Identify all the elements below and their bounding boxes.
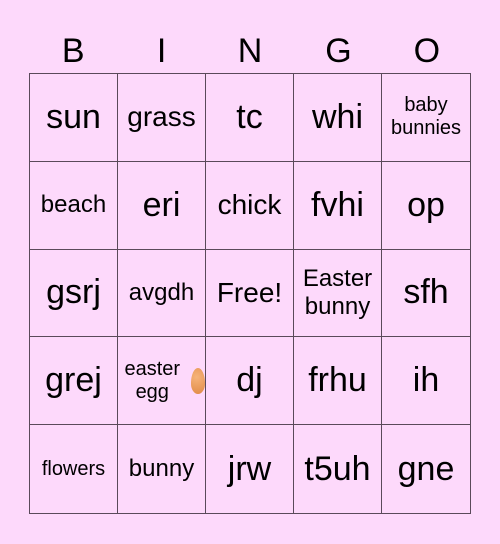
cell-label: Easter bunny: [302, 265, 373, 320]
bingo-cell[interactable]: avgdh: [118, 249, 206, 338]
bingo-cell[interactable]: gne: [382, 425, 470, 513]
cell-label: beach: [40, 191, 107, 219]
bingo-cell[interactable]: easter egg: [118, 337, 206, 426]
cell-label: gsrj: [46, 273, 101, 312]
cell-label: ih: [412, 361, 440, 400]
bingo-cell[interactable]: fvhi: [294, 161, 382, 250]
bingo-cell[interactable]: tc: [206, 74, 294, 162]
bingo-cell[interactable]: Easter bunny: [294, 249, 382, 338]
bingo-cell[interactable]: baby bunnies: [382, 74, 470, 162]
bingo-cell[interactable]: frhu: [294, 337, 382, 426]
cell-label: chick: [217, 189, 282, 221]
cell-label: op: [407, 185, 445, 224]
bingo-cell[interactable]: chick: [206, 161, 294, 250]
cell-label: grass: [127, 101, 196, 133]
cell-label: fvhi: [311, 185, 364, 224]
cell-label: frhu: [308, 361, 367, 400]
header-letter-i: I: [156, 32, 167, 70]
cell-label: Free!: [216, 276, 283, 308]
header-letter-n: N: [237, 32, 263, 70]
cell-label: grej: [45, 361, 102, 400]
egg-icon: [190, 367, 205, 394]
bingo-cell[interactable]: bunny: [118, 425, 206, 513]
bingo-cell[interactable]: grass: [118, 74, 206, 162]
bingo-header: B I N G O: [29, 30, 471, 73]
cell-label: whi: [311, 97, 364, 136]
bingo-cell[interactable]: op: [382, 162, 470, 250]
bingo-cell[interactable]: dj: [206, 337, 294, 426]
bingo-cell[interactable]: sfh: [382, 250, 470, 338]
bingo-cell[interactable]: whi: [294, 74, 382, 162]
header-letter-b: B: [61, 32, 85, 70]
cell-label: sfh: [403, 273, 449, 312]
cell-label: dj: [236, 361, 263, 400]
bingo-cell[interactable]: gsrj: [30, 249, 118, 338]
cell-label: eri: [142, 185, 181, 224]
bingo-cell[interactable]: t5uh: [294, 425, 382, 513]
bingo-cell[interactable]: Free!: [206, 249, 294, 338]
cell-label: bunny: [128, 455, 195, 483]
cell-label: easter egg: [124, 357, 181, 403]
header-letter-g: G: [325, 32, 352, 70]
bingo-cell[interactable]: flowers: [30, 425, 118, 513]
bingo-cell[interactable]: ih: [382, 337, 470, 426]
header-letter-o: O: [413, 32, 441, 70]
bingo-cell[interactable]: eri: [118, 161, 206, 250]
bingo-cell[interactable]: grej: [30, 337, 118, 426]
cell-label: baby bunnies: [390, 94, 462, 140]
bingo-cell[interactable]: sun: [30, 74, 118, 162]
cell-label: t5uh: [304, 449, 371, 488]
cell-label: avgdh: [128, 279, 195, 307]
cell-label: tc: [236, 97, 263, 136]
cell-label: gne: [397, 449, 455, 488]
cell-label: flowers: [41, 457, 106, 480]
bingo-grid: sun grass tc whi baby bunnies beach eri chick fv…: [29, 73, 471, 514]
bingo-cell[interactable]: beach: [30, 161, 118, 250]
cell-label: jrw: [227, 449, 272, 488]
cell-label: sun: [46, 97, 101, 136]
bingo-cell[interactable]: jrw: [206, 425, 294, 513]
